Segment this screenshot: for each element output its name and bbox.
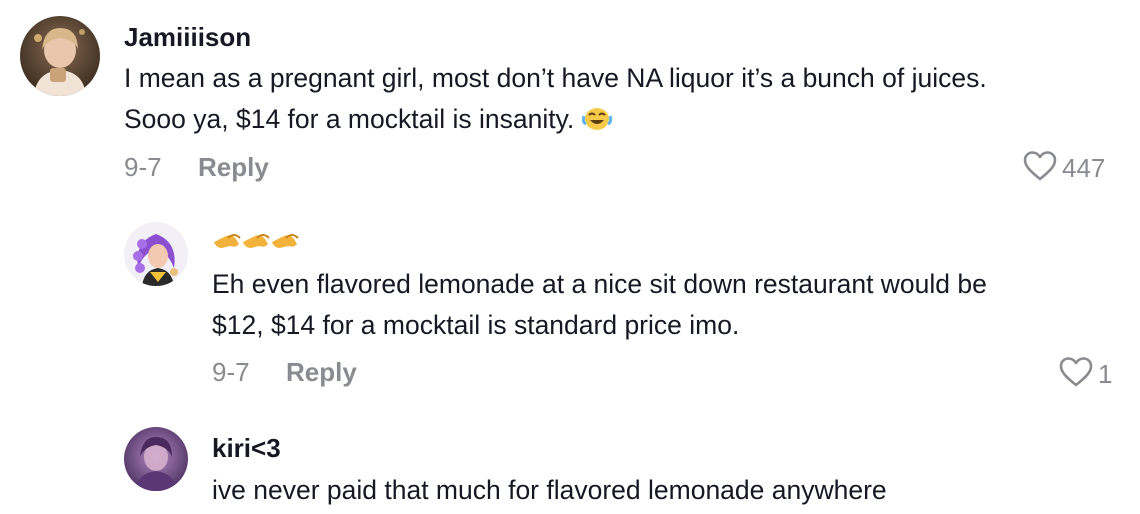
comment-line: Eh even flavored lemonade at a nice sit … [212,269,987,299]
like-button[interactable]: 1 [1058,356,1112,393]
comment-line: ive never paid that much for flavored le… [212,475,887,505]
avatar[interactable] [20,16,100,96]
comment-text: Eh even flavored lemonade at a nice sit … [212,264,987,346]
reply-button[interactable]: Reply [286,357,357,388]
comment-line-with-emoji: Sooo ya, $14 for a mocktail is insanity. [124,99,987,144]
pinching-hand-icon [214,234,241,248]
username[interactable]: Jamiiiison [124,22,251,53]
comment-text: I mean as a pregnant girl, most don’t ha… [124,58,987,144]
avatar[interactable] [124,222,188,286]
reply-button[interactable]: Reply [198,152,269,183]
pinching-hand-icon [272,234,299,248]
username-emoji-group[interactable] [212,228,302,261]
comment-date: 9-7 [124,152,162,182]
avatar[interactable] [124,427,188,491]
comment-line: Sooo ya, $14 for a mocktail is insanity. [124,104,575,134]
comment-text: ive never paid that much for flavored le… [212,470,887,511]
comment-date: 9-7 [212,357,250,387]
comment-line: $12, $14 for a mocktail is standard pric… [212,310,740,340]
heart-icon [1058,356,1094,393]
face-with-tears-of-joy-icon [581,103,612,144]
comment-line: I mean as a pregnant girl, most don’t ha… [124,63,987,93]
heart-icon [1022,150,1058,187]
like-button[interactable]: 447 [1022,150,1105,187]
pinching-hand-icon [243,234,270,248]
like-count: 447 [1062,153,1106,183]
username[interactable]: kiri<3 [212,433,281,464]
like-count: 1 [1098,359,1113,389]
